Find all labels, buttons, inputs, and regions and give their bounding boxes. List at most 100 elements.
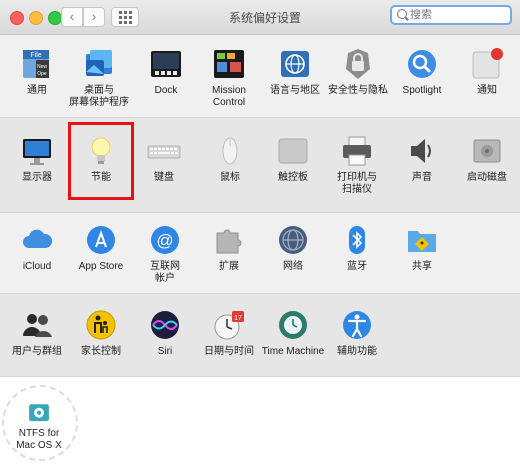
calendar-badge: 17 <box>234 315 242 322</box>
pane-icloud[interactable]: iCloud <box>4 223 70 273</box>
pane-label: Dock <box>154 85 178 96</box>
pane-label: 用户与群组 <box>12 346 62 357</box>
svg-text:New: New <box>37 64 47 70</box>
pane-spotlight[interactable]: Spotlight <box>389 47 455 97</box>
accessibility-icon <box>343 311 371 339</box>
pane-label: Time Machine <box>261 346 325 357</box>
pane-parental-controls[interactable]: 家长控制 <box>68 308 134 358</box>
pane-label: 日期与时间 <box>204 346 254 357</box>
pane-label: 家长控制 <box>81 346 121 357</box>
bluetooth-icon <box>349 226 365 254</box>
sound-icon <box>411 139 431 163</box>
section-other <box>0 377 520 466</box>
search-field[interactable] <box>390 5 512 25</box>
pane-label: 通用 <box>27 85 47 96</box>
svg-text:File: File <box>30 52 41 59</box>
pane-sharing[interactable]: 共享 <box>389 223 455 273</box>
system-preferences-window: ‹ › 系统偏好设置 File New Ope 通用 <box>0 0 520 466</box>
pane-siri[interactable]: Siri <box>132 308 198 358</box>
pane-label: 扩展 <box>219 261 239 272</box>
pane-label: 声音 <box>412 172 432 183</box>
pane-label: 打印机与 扫描仪 <box>337 172 377 195</box>
pane-extensions[interactable]: 扩展 <box>196 223 262 273</box>
startup-disk-icon <box>473 139 501 163</box>
pane-label: Mission Control <box>212 85 246 108</box>
extensions-icon <box>216 229 242 254</box>
forward-button[interactable]: › <box>83 7 105 27</box>
pane-language-region[interactable]: 语言与地区 <box>262 47 328 97</box>
pane-label: 网络 <box>283 261 303 272</box>
siri-icon <box>151 311 179 339</box>
pane-label: iCloud <box>22 261 52 272</box>
pane-mouse[interactable]: 鼠标 <box>197 134 263 184</box>
network-icon <box>279 226 307 254</box>
close-button[interactable] <box>10 11 24 25</box>
pane-label: 显示器 <box>22 172 52 183</box>
pane-trackpad[interactable]: 触控板 <box>260 134 326 184</box>
pane-notifications[interactable]: 通知 <box>454 47 520 97</box>
section-internet: iCloud App Store @ 互联网 帐户 扩展 网络 蓝牙 共享 <box>0 213 520 294</box>
pane-users-groups[interactable]: 用户与群组 <box>4 308 70 358</box>
parental-controls-icon <box>86 310 116 340</box>
pane-label: 触控板 <box>278 172 308 183</box>
mission-control-icon <box>214 50 244 78</box>
pane-displays[interactable]: 显示器 <box>4 134 70 184</box>
pane-keyboard[interactable]: 键盘 <box>131 134 197 184</box>
pane-sound[interactable]: 声音 <box>389 134 455 184</box>
pane-app-store[interactable]: App Store <box>68 223 134 273</box>
pane-ntfs[interactable]: NTFS for Mac OS X <box>6 400 72 452</box>
pane-security-privacy[interactable]: 安全性与隐私 <box>325 47 391 97</box>
pane-label: 共享 <box>412 261 432 272</box>
pane-general[interactable]: File New Ope 通用 <box>4 47 70 97</box>
svg-text:Ope: Ope <box>37 71 47 77</box>
pane-accessibility[interactable]: 辅助功能 <box>324 308 390 358</box>
window-title: 系统偏好设置 <box>228 11 301 25</box>
internet-accounts-icon: @ <box>151 226 179 254</box>
show-all-button[interactable] <box>111 7 139 27</box>
desktop-screensaver-icon <box>86 50 112 76</box>
general-icon: File New Ope <box>23 50 49 78</box>
pane-label: 启动磁盘 <box>467 172 507 183</box>
pane-label: Siri <box>157 346 173 357</box>
pane-label: 互联网 帐户 <box>150 261 180 284</box>
printers-scanners-icon <box>343 136 371 166</box>
pane-label: Spotlight <box>402 85 442 96</box>
minimize-button[interactable] <box>29 11 43 25</box>
pane-label: 安全性与隐私 <box>328 85 388 96</box>
pane-label: 辅助功能 <box>337 346 377 357</box>
back-button[interactable]: ‹ <box>61 7 83 27</box>
displays-icon <box>23 139 51 165</box>
users-groups-icon <box>23 314 52 337</box>
pane-label: 蓝牙 <box>347 261 367 272</box>
pane-label: 键盘 <box>154 172 174 183</box>
language-region-icon <box>281 51 309 77</box>
pane-bluetooth[interactable]: 蓝牙 <box>324 223 390 273</box>
pane-dock[interactable]: Dock <box>133 47 199 97</box>
pane-mission-control[interactable]: Mission Control <box>196 47 262 109</box>
mouse-icon <box>222 137 238 165</box>
pane-label: 桌面与 屏幕保护程序 <box>69 85 129 108</box>
highlight-box <box>68 122 134 200</box>
title-bar: ‹ › 系统偏好设置 <box>0 0 520 35</box>
pane-internet-accounts[interactable]: @ 互联网 帐户 <box>132 223 198 285</box>
app-store-icon <box>87 226 115 254</box>
search-input[interactable] <box>410 7 506 23</box>
icloud-icon <box>23 229 53 248</box>
pane-printers-scanners[interactable]: 打印机与 扫描仪 <box>324 134 390 196</box>
zoom-button[interactable] <box>48 11 62 25</box>
notifications-icon <box>472 48 503 79</box>
dock-icon <box>151 51 181 77</box>
pane-date-time[interactable]: 17 日期与时间 <box>196 308 262 358</box>
time-machine-icon <box>279 311 307 339</box>
pane-time-machine[interactable]: Time Machine <box>260 308 326 358</box>
section-personal: File New Ope 通用 桌面与 屏幕保护程序 Dock Mission … <box>0 35 520 118</box>
spotlight-icon <box>408 50 436 78</box>
pane-label: App Store <box>78 261 124 272</box>
trackpad-icon <box>278 138 308 164</box>
ntfs-icon <box>29 404 49 422</box>
security-privacy-icon <box>346 49 370 79</box>
pane-network[interactable]: 网络 <box>260 223 326 273</box>
pane-startup-disk[interactable]: 启动磁盘 <box>454 134 520 184</box>
pane-label: 语言与地区 <box>270 85 320 96</box>
pane-desktop-screensaver[interactable]: 桌面与 屏幕保护程序 <box>66 47 132 109</box>
